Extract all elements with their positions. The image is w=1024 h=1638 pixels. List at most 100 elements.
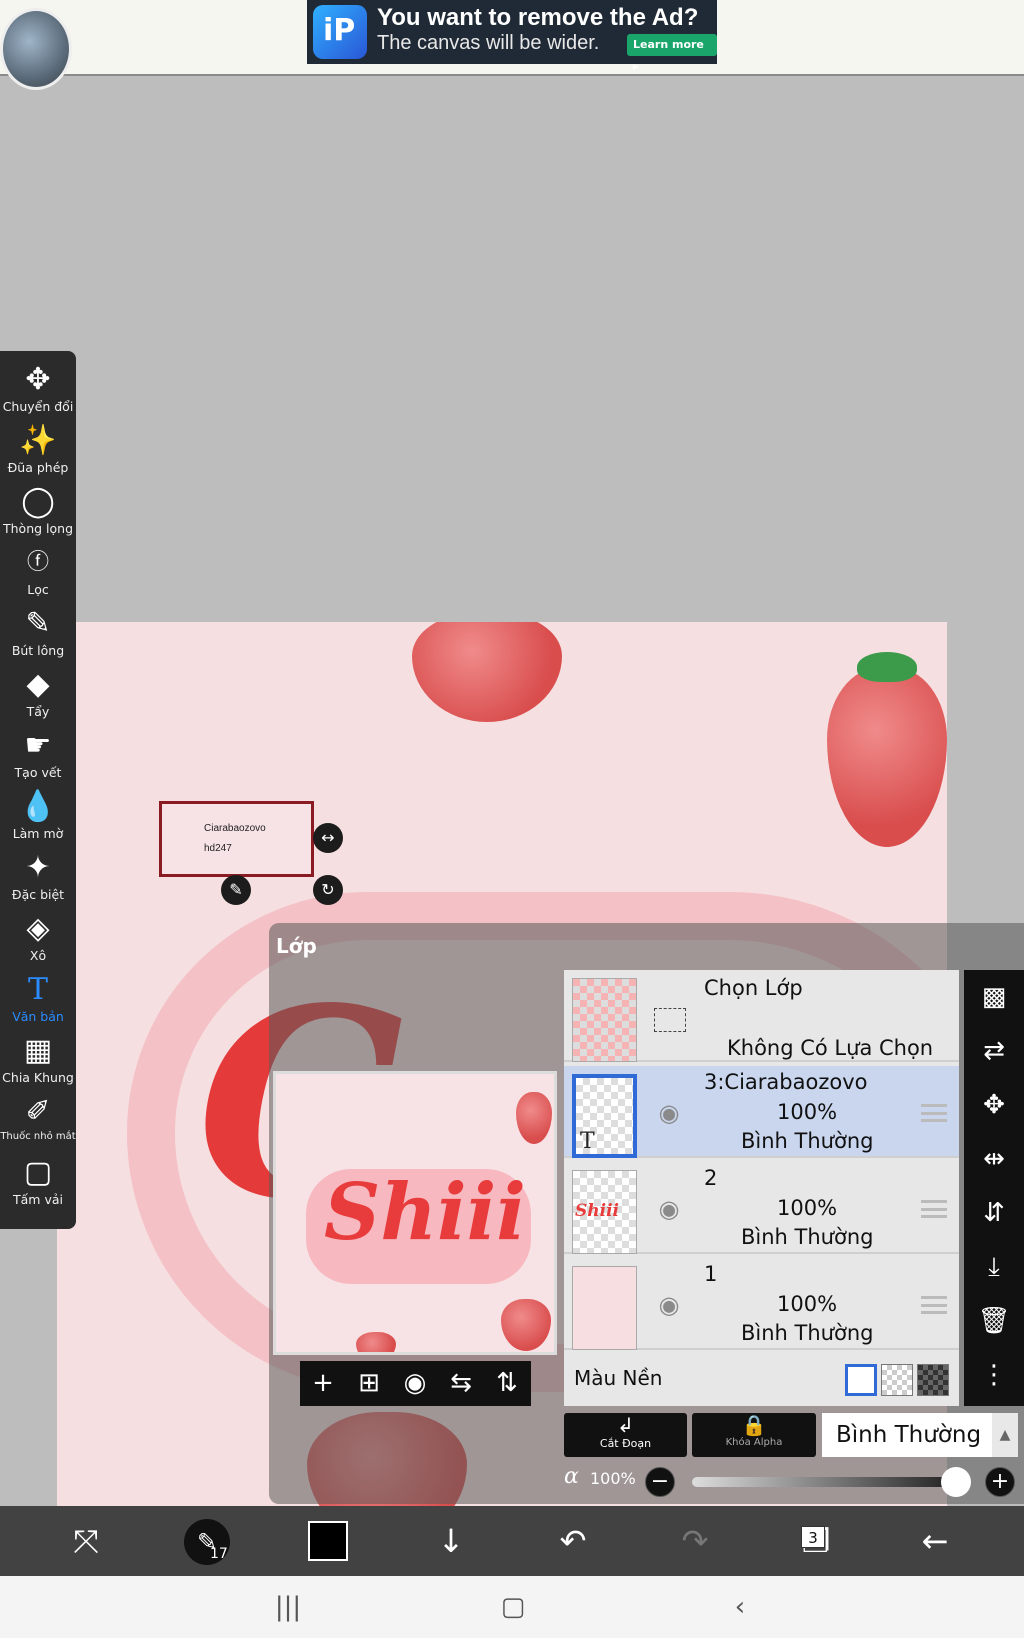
preview-toolbar: + ⊞ ◉ ⇆ ⇅ (300, 1361, 531, 1406)
tool-sidebar: ✥ Chuyển đổi ✨ Đũa phép ◯ Thòng lọng ⓕ Lọc ✎… (0, 351, 76, 1229)
avatar[interactable] (0, 8, 72, 90)
fx-icon: ⓕ (26, 550, 49, 575)
clipping-button[interactable]: ↲ Cắt Đoạn (564, 1413, 687, 1457)
tool-eyedropper[interactable]: ✐ Thuốc nhỏ mắt (0, 1093, 76, 1154)
current-color-swatch[interactable] (308, 1521, 348, 1561)
system-nav-bar: ||| ▢ ‹ (0, 1576, 1024, 1638)
tool-canvas[interactable]: ▢ Tấm vải (0, 1154, 76, 1215)
select-layer-subtitle: Không Có Lựa Chọn (727, 1036, 934, 1060)
swap-layer-icon[interactable]: ⇄ (964, 1024, 1024, 1078)
strawberry-decoration (516, 1092, 552, 1144)
tool-eraser[interactable]: ◆ Tẩy (0, 666, 76, 727)
ibis-logo-icon: iP (313, 5, 367, 59)
tool-blur[interactable]: 💧 Làm mờ (0, 788, 76, 849)
layer-row[interactable]: Shiii ◉ 2 100% Bình Thường (564, 1162, 959, 1254)
rotate-handle-icon[interactable]: ↻ (313, 875, 343, 905)
text-box[interactable]: Ciarabaozovo hd247 (159, 801, 314, 877)
flip-vertical-icon[interactable]: ⇅ (484, 1361, 530, 1406)
undo-icon[interactable]: ↶ (538, 1506, 608, 1576)
layer-opacity: 100% (777, 1196, 838, 1220)
bottom-toolbar: ⤧ ↓ ↶ ↷ ❐ ← (0, 1506, 1024, 1576)
home-icon[interactable]: ▢ (483, 1576, 543, 1638)
layer-row[interactable]: T ◉ 3:Ciarabaozovo 100% Bình Thường (564, 1066, 959, 1158)
edit-text-icon[interactable]: ✎ (221, 875, 251, 905)
nav-back-icon[interactable]: ‹ (710, 1576, 770, 1638)
select-layer-row[interactable]: Chọn Lớp Không Có Lựa Chọn (564, 970, 959, 1062)
learn-more-button[interactable]: Learn more ▸ (627, 34, 717, 73)
eye-icon[interactable]: ◉ (652, 1288, 686, 1322)
transparency-checker-icon[interactable]: ▩ (964, 970, 1024, 1024)
ad-title: You want to remove the Ad? (377, 4, 699, 31)
select-layer-thumb (572, 978, 637, 1062)
preview-lettering: Shiii (324, 1167, 526, 1258)
download-arrow-icon[interactable]: ↓ (416, 1506, 486, 1576)
move-layer-icon[interactable]: ✥ (964, 1078, 1024, 1132)
layer-row[interactable]: ◉ 1 100% Bình Thường (564, 1258, 959, 1350)
alpha-slider[interactable] (692, 1477, 954, 1487)
drag-handle-icon[interactable] (921, 1104, 947, 1122)
drag-handle-icon[interactable] (921, 1200, 947, 1218)
layer-name: 2 (704, 1166, 718, 1190)
ad-subtitle: The canvas will be wider. (377, 32, 600, 54)
special-icon: ✦ (25, 850, 51, 885)
resize-handle-icon[interactable]: ↔ (313, 823, 343, 853)
smudge-icon: ☛ (24, 728, 52, 763)
flip-horizontal-icon[interactable]: ⇹ (964, 1132, 1024, 1186)
tool-text[interactable]: T Văn bản (0, 971, 76, 1032)
alpha-symbol: α (564, 1464, 579, 1489)
background-color-row: Màu Nền (564, 1354, 959, 1406)
lasso-icon: ◯ (21, 484, 55, 519)
background-transparent-swatch[interactable] (881, 1364, 913, 1396)
alpha-slider-knob[interactable] (941, 1467, 971, 1497)
strawberry-decoration (412, 622, 562, 722)
magic-wand-icon: ✨ (19, 423, 57, 458)
recent-apps-icon[interactable]: ||| (258, 1576, 318, 1638)
eraser-icon: ◆ (26, 667, 50, 702)
quick-tools-icon[interactable]: ⤧ (51, 1506, 121, 1576)
redo-icon[interactable]: ↷ (660, 1506, 730, 1576)
merge-down-icon[interactable]: ⤓ (964, 1240, 1024, 1294)
tool-frame-divider[interactable]: ▦ Chia Khung (0, 1032, 76, 1093)
flip-horizontal-icon[interactable]: ⇆ (438, 1361, 484, 1406)
add-layer-button[interactable]: + (300, 1361, 346, 1406)
tool-special[interactable]: ✦ Đặc biệt (0, 849, 76, 910)
lock-icon: 🔒 (741, 1413, 767, 1437)
selection-marquee-icon (654, 1008, 686, 1032)
layer-blend-mode: Bình Thường (741, 1225, 874, 1249)
tool-smudge[interactable]: ☛ Tạo vết (0, 727, 76, 788)
flip-vertical-icon[interactable]: ⇵ (964, 1186, 1024, 1240)
background-dark-swatch[interactable] (917, 1364, 949, 1396)
back-arrow-icon[interactable]: ← (900, 1506, 970, 1576)
alpha-decrease-button[interactable]: − (645, 1467, 675, 1497)
strawberry-decoration (501, 1299, 551, 1351)
frame-divider-icon: ▦ (23, 1033, 53, 1068)
layer-count-badge: 3 (801, 1526, 825, 1548)
alpha-lock-button[interactable]: 🔒 Khóa Alpha (692, 1413, 816, 1457)
camera-icon[interactable]: ◉ (392, 1361, 438, 1406)
tool-bucket[interactable]: ◈ Xô (0, 910, 76, 971)
add-copy-layer-button[interactable]: ⊞ (346, 1361, 392, 1406)
blend-mode-select[interactable]: Bình Thường (822, 1413, 992, 1457)
drag-handle-icon[interactable] (921, 1296, 947, 1314)
layer-blend-mode: Bình Thường (741, 1321, 874, 1345)
background-color-label: Màu Nền (574, 1366, 663, 1390)
eye-icon[interactable]: ◉ (652, 1096, 686, 1130)
trash-icon[interactable]: 🗑 (964, 1294, 1024, 1348)
ad-banner[interactable]: iP You want to remove the Ad? The canvas… (307, 0, 717, 73)
blend-mode-arrow-icon[interactable]: ▲ (992, 1413, 1018, 1457)
layer-thumb (572, 1266, 637, 1350)
alpha-value: 100% (590, 1469, 636, 1488)
eye-icon[interactable]: ◉ (652, 1192, 686, 1226)
blur-icon: 💧 (19, 789, 57, 824)
tool-transform[interactable]: ✥ Chuyển đổi (0, 361, 76, 422)
more-options-icon[interactable]: ⋮ (964, 1348, 1024, 1402)
layer-list: Chọn Lớp Không Có Lựa Chọn T ◉ 3:Ciaraba… (564, 970, 959, 1406)
tool-magic-wand[interactable]: ✨ Đũa phép (0, 422, 76, 483)
tool-brush[interactable]: ✎ Bút lông (0, 605, 76, 666)
tool-filter[interactable]: ⓕ Lọc (0, 544, 76, 605)
layer-preview: Shiii (273, 1071, 557, 1355)
background-white-swatch[interactable] (845, 1364, 877, 1396)
alpha-increase-button[interactable]: + (985, 1467, 1015, 1497)
tool-lasso[interactable]: ◯ Thòng lọng (0, 483, 76, 544)
text-line-2: hd247 (204, 843, 232, 854)
